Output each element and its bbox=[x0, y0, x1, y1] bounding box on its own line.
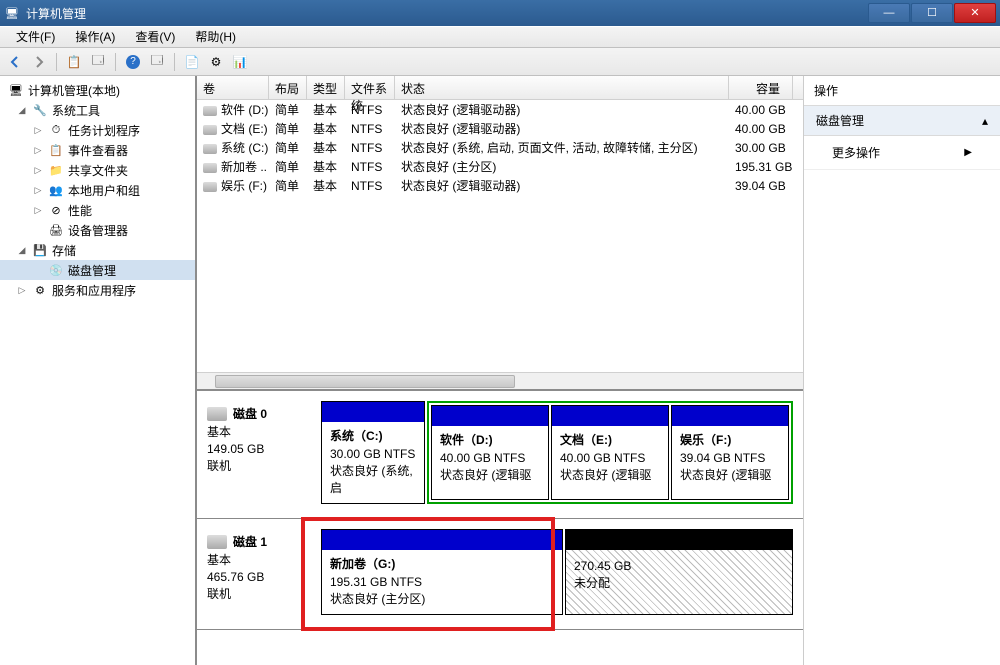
disk-icon bbox=[207, 535, 227, 549]
main-area: 🖥计算机管理(本地) ◢🔧系统工具 ▷⏱任务计划程序 ▷📋事件查看器 ▷📁共享文… bbox=[0, 76, 1000, 665]
app-icon: 🖥 bbox=[4, 5, 20, 21]
separator bbox=[56, 53, 57, 71]
table-row[interactable]: 软件 (D:)简单基本NTFS状态良好 (逻辑驱动器)40.00 GB bbox=[197, 100, 803, 119]
back-button[interactable] bbox=[4, 51, 26, 73]
tree-root[interactable]: 🖥计算机管理(本地) bbox=[0, 80, 195, 100]
col-status[interactable]: 状态 bbox=[395, 76, 729, 99]
tree-disk-management[interactable]: 💿磁盘管理 bbox=[0, 260, 195, 280]
actions-header: 操作 bbox=[804, 76, 1000, 106]
center-panel: 卷 布局 类型 文件系统 状态 容量 软件 (D:)简单基本NTFS状态良好 (… bbox=[197, 76, 803, 665]
properties-icon[interactable]: 🗔 bbox=[87, 51, 109, 73]
tree-task-scheduler[interactable]: ▷⏱任务计划程序 bbox=[0, 120, 195, 140]
partition-header bbox=[552, 406, 668, 426]
partition-d[interactable]: 软件（D:)40.00 GB NTFS状态良好 (逻辑驱 bbox=[431, 405, 549, 500]
tree-shared-folders[interactable]: ▷📁共享文件夹 bbox=[0, 160, 195, 180]
list-icon[interactable]: 📄 bbox=[181, 51, 203, 73]
grid-header: 卷 布局 类型 文件系统 状态 容量 bbox=[197, 76, 803, 100]
table-row[interactable]: 系统 (C:)简单基本NTFS状态良好 (系统, 启动, 页面文件, 活动, 故… bbox=[197, 138, 803, 157]
actions-group-diskmgmt[interactable]: 磁盘管理▴ bbox=[804, 106, 1000, 136]
detail-icon[interactable]: 📊 bbox=[229, 51, 251, 73]
menu-view[interactable]: 查看(V) bbox=[125, 27, 185, 47]
window-title: 计算机管理 bbox=[26, 5, 867, 22]
disk-0-label: 磁盘 0 基本 149.05 GB 联机 bbox=[207, 401, 313, 504]
col-filesystem[interactable]: 文件系统 bbox=[345, 76, 395, 99]
partition-e[interactable]: 文档（E:)40.00 GB NTFS状态良好 (逻辑驱 bbox=[551, 405, 669, 500]
expand-icon[interactable]: ▷ bbox=[32, 185, 44, 196]
partition-header bbox=[322, 402, 424, 422]
view-icon[interactable]: 🗔 bbox=[146, 51, 168, 73]
tree-performance[interactable]: ▷⊘性能 bbox=[0, 200, 195, 220]
window-controls: — ☐ ✕ bbox=[867, 3, 996, 23]
partition-c[interactable]: 系统（C:)30.00 GB NTFS状态良好 (系统, 启 bbox=[321, 401, 425, 504]
actions-more[interactable]: 更多操作▶ bbox=[804, 136, 1000, 170]
table-row[interactable]: 娱乐 (F:)简单基本NTFS状态良好 (逻辑驱动器)39.04 GB bbox=[197, 176, 803, 195]
menu-file[interactable]: 文件(F) bbox=[6, 27, 65, 47]
volume-grid: 卷 布局 类型 文件系统 状态 容量 软件 (D:)简单基本NTFS状态良好 (… bbox=[197, 76, 803, 391]
collapse-icon[interactable]: ◢ bbox=[16, 245, 28, 256]
table-row[interactable]: 新加卷 ..简单基本NTFS状态良好 (主分区)195.31 GB bbox=[197, 157, 803, 176]
maximize-button[interactable]: ☐ bbox=[911, 3, 953, 23]
disk-1-label: 磁盘 1 基本 465.76 GB 联机 bbox=[207, 529, 313, 615]
navigation-tree[interactable]: 🖥计算机管理(本地) ◢🔧系统工具 ▷⏱任务计划程序 ▷📋事件查看器 ▷📁共享文… bbox=[0, 76, 197, 665]
disk-icon bbox=[207, 407, 227, 421]
tree-storage[interactable]: ◢💾存储 bbox=[0, 240, 195, 260]
forward-button[interactable] bbox=[28, 51, 50, 73]
partition-header bbox=[672, 406, 788, 426]
tree-services[interactable]: ▷⚙服务和应用程序 bbox=[0, 280, 195, 300]
expand-icon[interactable]: ▷ bbox=[32, 125, 44, 136]
menu-action[interactable]: 操作(A) bbox=[65, 27, 125, 47]
expand-icon[interactable]: ▷ bbox=[16, 285, 28, 296]
arrow-right-icon: ▶ bbox=[964, 147, 972, 158]
menu-bar: 文件(F) 操作(A) 查看(V) 帮助(H) bbox=[0, 26, 1000, 48]
expand-icon[interactable]: ▷ bbox=[32, 205, 44, 216]
collapse-icon[interactable]: ◢ bbox=[16, 105, 28, 116]
actions-panel: 操作 磁盘管理▴ 更多操作▶ bbox=[803, 76, 1000, 665]
disk-0-block[interactable]: 磁盘 0 基本 149.05 GB 联机 系统（C:)30.00 GB NTFS… bbox=[197, 391, 803, 519]
disk-graph: 磁盘 0 基本 149.05 GB 联机 系统（C:)30.00 GB NTFS… bbox=[197, 391, 803, 665]
tree-system-tools[interactable]: ◢🔧系统工具 bbox=[0, 100, 195, 120]
partition-header bbox=[322, 530, 562, 550]
scrollbar-thumb[interactable] bbox=[215, 375, 515, 388]
partition-g[interactable]: 新加卷（G:)195.31 GB NTFS状态良好 (主分区) bbox=[321, 529, 563, 615]
partition-unallocated[interactable]: 270.45 GB未分配 bbox=[565, 529, 793, 615]
separator bbox=[115, 53, 116, 71]
toolbar: 📋 🗔 ? 🗔 📄 ⚙ 📊 bbox=[0, 48, 1000, 76]
settings-icon[interactable]: ⚙ bbox=[205, 51, 227, 73]
refresh-icon[interactable]: 📋 bbox=[63, 51, 85, 73]
menu-help[interactable]: 帮助(H) bbox=[185, 27, 246, 47]
col-capacity[interactable]: 容量 bbox=[729, 76, 793, 99]
partition-f[interactable]: 娱乐（F:)39.04 GB NTFS状态良好 (逻辑驱 bbox=[671, 405, 789, 500]
col-type[interactable]: 类型 bbox=[307, 76, 345, 99]
col-volume[interactable]: 卷 bbox=[197, 76, 269, 99]
grid-body[interactable]: 软件 (D:)简单基本NTFS状态良好 (逻辑驱动器)40.00 GB文档 (E… bbox=[197, 100, 803, 372]
extended-partition: 软件（D:)40.00 GB NTFS状态良好 (逻辑驱 文档（E:)40.00… bbox=[427, 401, 793, 504]
separator bbox=[174, 53, 175, 71]
partition-header bbox=[566, 530, 792, 550]
help-icon[interactable]: ? bbox=[122, 51, 144, 73]
expand-icon[interactable]: ▷ bbox=[32, 145, 44, 156]
minimize-button[interactable]: — bbox=[868, 3, 910, 23]
close-button[interactable]: ✕ bbox=[954, 3, 996, 23]
tree-device-manager[interactable]: 🖨设备管理器 bbox=[0, 220, 195, 240]
partition-header bbox=[432, 406, 548, 426]
tree-local-users[interactable]: ▷👥本地用户和组 bbox=[0, 180, 195, 200]
col-layout[interactable]: 布局 bbox=[269, 76, 307, 99]
table-row[interactable]: 文档 (E:)简单基本NTFS状态良好 (逻辑驱动器)40.00 GB bbox=[197, 119, 803, 138]
collapse-icon: ▴ bbox=[982, 114, 988, 128]
tree-event-viewer[interactable]: ▷📋事件查看器 bbox=[0, 140, 195, 160]
expand-icon[interactable]: ▷ bbox=[32, 165, 44, 176]
disk-1-block[interactable]: 磁盘 1 基本 465.76 GB 联机 新加卷（G:)195.31 GB NT… bbox=[197, 519, 803, 630]
title-bar: 🖥 计算机管理 — ☐ ✕ bbox=[0, 0, 1000, 26]
disk-1-partitions: 新加卷（G:)195.31 GB NTFS状态良好 (主分区) 270.45 G… bbox=[321, 529, 793, 615]
horizontal-scrollbar[interactable] bbox=[197, 372, 803, 389]
